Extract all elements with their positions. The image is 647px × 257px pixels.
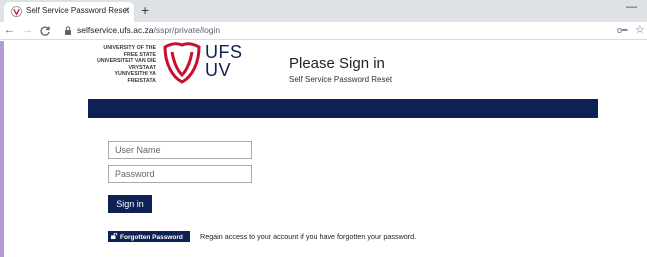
back-arrow-icon[interactable]: ←: [4, 23, 15, 37]
key-icon[interactable]: o━: [617, 24, 627, 36]
lock-icon[interactable]: [64, 26, 72, 35]
logo-text-ufs: UFS: [205, 42, 243, 62]
university-line: UNIVERSITEIT VAN DIE: [96, 58, 156, 65]
username-input[interactable]: [108, 141, 252, 159]
forgotten-password-button[interactable]: Forgotten Password: [108, 231, 190, 242]
sign-in-button[interactable]: Sign in: [108, 195, 152, 213]
url-host: selfservice.ufs.ac.za: [77, 25, 154, 35]
tab-strip: Self Service Password Reset × + —: [0, 0, 647, 22]
new-tab-icon[interactable]: +: [141, 2, 149, 18]
desktop-edge: [0, 41, 4, 257]
tab-close-icon[interactable]: ×: [124, 5, 130, 17]
university-line: YUNIVESITHI YA: [114, 71, 156, 78]
university-line: VRYSTAAT: [128, 64, 156, 71]
star-icon[interactable]: ☆: [635, 23, 645, 37]
university-line: UNIVERSITY OF THE: [103, 45, 156, 51]
ufs-logo-icon: [163, 42, 201, 84]
university-name-block: UNIVERSITY OF THE FREE STATE UNIVERSITEI…: [88, 45, 156, 85]
ufs-favicon-icon: [11, 6, 22, 17]
page-subtitle: Self Service Password Reset: [289, 75, 393, 84]
browser-toolbar: ← → selfservice.ufs.ac.za/sspr/private/l…: [0, 22, 647, 40]
url-path: /sspr/private/login: [153, 25, 221, 35]
university-line: FREE STATE: [123, 51, 156, 58]
page-content: UNIVERSITY OF THE FREE STATE UNIVERSITEI…: [0, 41, 647, 257]
forgotten-password-label: Forgotten Password: [120, 233, 183, 241]
minimize-icon[interactable]: —: [626, 0, 637, 14]
header-banner: [88, 99, 598, 118]
tab-title: Self Service Password Reset: [26, 6, 130, 15]
university-line: FREISTATA: [127, 77, 156, 84]
logo-text-uv: UV: [205, 60, 232, 80]
address-bar[interactable]: selfservice.ufs.ac.za/sspr/private/login: [77, 25, 220, 35]
password-input[interactable]: [108, 165, 252, 183]
page-title: Please Sign in: [289, 55, 385, 72]
reload-icon[interactable]: [39, 25, 51, 37]
forgotten-password-description: Regain access to your account if you hav…: [200, 232, 417, 241]
unlock-icon: [111, 232, 118, 239]
forward-arrow-icon[interactable]: →: [22, 23, 33, 37]
browser-window: Self Service Password Reset × + — ← → se…: [0, 0, 647, 257]
tab-self-service-password-reset[interactable]: Self Service Password Reset ×: [4, 2, 134, 22]
